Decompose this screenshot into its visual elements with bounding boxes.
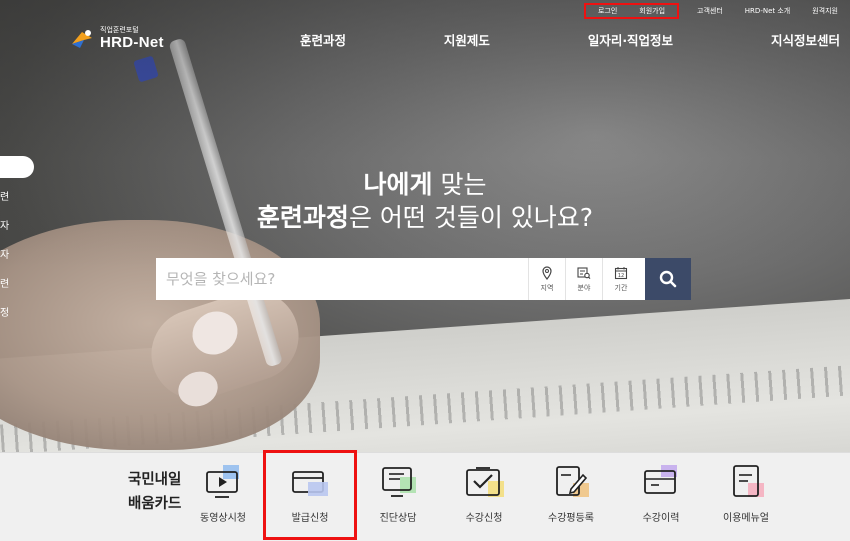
site-logo[interactable]: 직업훈련포털 HRD-Net: [70, 24, 180, 54]
history-icon: [644, 465, 677, 494]
side-char: 련: [0, 279, 10, 290]
hero-headline-rest-2: 은 어떤 것들이 있나요?: [348, 203, 594, 232]
about-link[interactable]: HRD-Net 소개: [745, 6, 790, 16]
manual-icon: [733, 465, 764, 497]
auth-links: 로그인 회원가입: [583, 3, 680, 19]
nav-support-programs[interactable]: 지원제도: [444, 30, 490, 49]
side-char: 정: [0, 308, 10, 319]
consult-icon: [382, 467, 416, 497]
customer-center-link[interactable]: 고객센터: [697, 6, 723, 16]
review-icon: [556, 466, 589, 497]
quick-consult-label: 진단상담: [379, 513, 417, 524]
util-links: 고객센터 HRD-Net 소개 원격지원: [697, 3, 838, 19]
search-button[interactable]: [645, 258, 691, 300]
category-search-icon: [577, 266, 591, 279]
utility-bar: 로그인 회원가입 고객센터 HRD-Net 소개 원격지원: [583, 3, 838, 19]
card-title-line1: 국민내일: [128, 472, 182, 488]
quick-history-label: 수강이력: [642, 513, 680, 524]
filter-period-label: 기간: [614, 283, 628, 292]
quick-review[interactable]: 수강평등록: [548, 463, 594, 524]
quick-video-label: 동영상시청: [200, 513, 246, 524]
search-filters: 지역 분야 12 기간: [528, 258, 639, 300]
logo-icon: [72, 30, 92, 48]
quick-review-label: 수강평등록: [548, 513, 594, 524]
card-title-line2: 배움카드: [128, 496, 182, 512]
quick-enroll-label: 수강신청: [465, 513, 503, 524]
hero-headline-line2: 훈련과정은 어떤 것들이 있나요?: [0, 198, 850, 234]
highlight-box: [263, 450, 357, 540]
filter-field-label: 분야: [577, 283, 591, 292]
video-icon: [206, 465, 239, 498]
quick-history[interactable]: 수강이력: [641, 463, 681, 524]
filter-region[interactable]: 지역: [528, 258, 565, 300]
side-char: 자: [0, 250, 10, 261]
logo-name: HRD-Net: [100, 34, 164, 51]
location-pin-icon: [542, 265, 552, 280]
nav-jobs-info[interactable]: 일자리·직업정보: [588, 30, 673, 49]
card-title: 국민내일 배움카드: [128, 468, 181, 516]
search-input[interactable]: [156, 258, 528, 300]
quick-video[interactable]: 동영상시청: [200, 463, 246, 524]
calendar-icon: 12: [614, 266, 628, 279]
filter-field[interactable]: 분야: [565, 258, 602, 300]
main-nav: 훈련과정 지원제도 일자리·직업정보 지식정보센터: [300, 30, 840, 49]
enroll-icon: [466, 467, 504, 497]
quick-manual-label: 이용메뉴얼: [723, 513, 769, 524]
nav-training-courses[interactable]: 훈련과정: [300, 30, 346, 49]
filter-region-label: 지역: [540, 283, 554, 292]
quick-consult[interactable]: 진단상담: [378, 463, 418, 524]
hero-headline-rest-1: 맞는: [432, 170, 487, 199]
svg-text:12: 12: [618, 273, 624, 279]
nav-knowledge-center[interactable]: 지식정보센터: [771, 30, 840, 49]
hero-headline-bold-2: 훈련과정: [256, 203, 349, 232]
hero-headline-bold-1: 나에게: [363, 170, 433, 199]
quick-enroll[interactable]: 수강신청: [464, 463, 504, 524]
hero-headline-line1: 나에게 맞는: [0, 165, 850, 201]
signup-link[interactable]: 회원가입: [639, 6, 665, 16]
filter-period[interactable]: 12 기간: [602, 258, 639, 300]
search-bar: 지역 분야 12 기간: [156, 258, 691, 300]
search-icon: [659, 270, 677, 288]
remote-support-link[interactable]: 원격지원: [812, 6, 838, 16]
login-link[interactable]: 로그인: [598, 6, 617, 16]
quick-manual[interactable]: 이용메뉴얼: [723, 463, 769, 524]
